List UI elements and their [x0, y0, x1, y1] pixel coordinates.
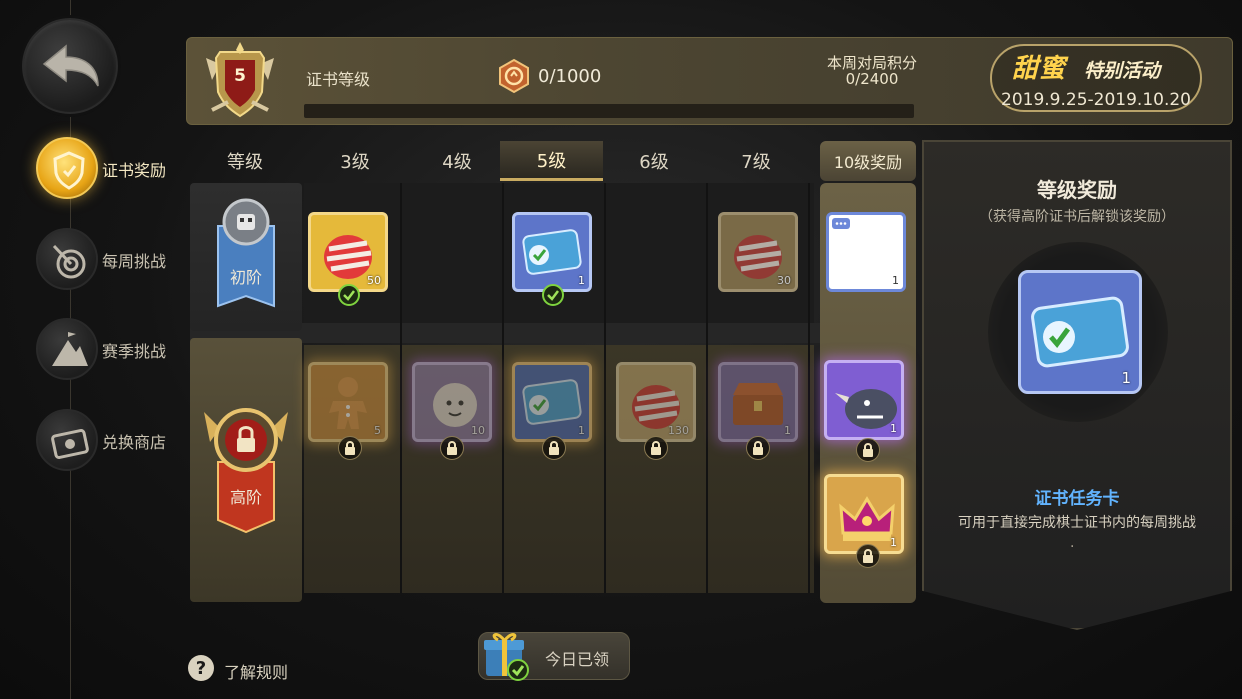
- event-title: 甜蜜: [1012, 54, 1067, 84]
- reward-qty: 1: [892, 274, 899, 287]
- nav-label: 证书奖励: [102, 161, 167, 180]
- lock-icon: [644, 436, 668, 460]
- nav-cert-rewards[interactable]: 证书奖励: [36, 137, 186, 199]
- reward-candy-egg[interactable]: 130: [616, 362, 696, 442]
- reward-candy-egg[interactable]: 50: [308, 212, 388, 292]
- nav-exchange-shop[interactable]: 兑换商店: [36, 409, 186, 471]
- bonus-level-header: 10级奖励: [820, 141, 916, 181]
- level-tab-4[interactable]: 4级: [406, 141, 508, 181]
- mountain-flag-icon: [36, 318, 98, 380]
- rules-link[interactable]: 了解规则: [224, 659, 288, 683]
- weekly-points-value: 0/2400: [845, 70, 899, 88]
- claimed-check-icon: [338, 284, 360, 306]
- lock-icon: [856, 544, 880, 568]
- panel-subtitle: （获得高阶证书后解锁该奖励）: [979, 209, 1175, 225]
- panel-dot: .: [1070, 535, 1075, 551]
- level-tab-3[interactable]: 3级: [304, 141, 406, 181]
- claimed-check-icon: [542, 284, 564, 306]
- preview-qty: 1: [1121, 369, 1131, 387]
- nav-label: 每周挑战: [102, 252, 167, 271]
- reward-treasure-chest[interactable]: 1: [718, 362, 798, 442]
- level-header-label: 等级: [227, 152, 263, 173]
- level-header-row: 等级 3级 4级 5级 6级 7级: [186, 141, 916, 181]
- xp-coin-icon: [496, 58, 532, 94]
- level-badge: 5: [198, 40, 282, 124]
- lock-icon: [856, 438, 880, 462]
- item-description: 可用于直接完成棋士证书内的每周挑战: [958, 515, 1196, 531]
- reward-gingerbread[interactable]: 5: [308, 362, 388, 442]
- advanced-tier-label: 高阶: [230, 488, 263, 507]
- daily-claim-label: 今日已领: [545, 650, 610, 669]
- column-divider: [502, 183, 504, 593]
- reward-candy-egg[interactable]: 30: [718, 212, 798, 292]
- reward-qty: 1: [890, 422, 897, 435]
- back-arrow-icon: [42, 44, 99, 87]
- basic-tier-banner: [210, 196, 282, 316]
- item-name: 证书任务卡: [1034, 489, 1120, 509]
- event-subtitle: 特别活动: [1084, 60, 1161, 82]
- event-dates: 2019.9.25-2019.10.20: [1001, 90, 1191, 110]
- nav-weekly-challenge[interactable]: 每周挑战: [36, 228, 186, 290]
- xp-progress: 0/1000: [538, 66, 602, 87]
- target-icon: [36, 228, 98, 290]
- reward-crown[interactable]: 1: [824, 474, 904, 554]
- reward-task-card[interactable]: 1: [512, 362, 592, 442]
- nav-label: 兑换商店: [102, 433, 167, 452]
- column-divider: [604, 183, 606, 593]
- reward-avatar-frame[interactable]: 10: [412, 362, 492, 442]
- help-button[interactable]: ?: [188, 655, 214, 681]
- nav-season-challenge[interactable]: 赛季挑战: [36, 318, 186, 380]
- lock-icon: [338, 436, 362, 460]
- level-progress-bar: [304, 104, 914, 118]
- lock-icon: [746, 436, 770, 460]
- reward-qty: 50: [367, 274, 381, 287]
- back-button[interactable]: [22, 18, 118, 114]
- chat-bubble-icon: [832, 218, 850, 229]
- ticket-icon: [36, 409, 98, 471]
- level-tab-5[interactable]: 5级: [500, 141, 603, 181]
- reward-qty: 5: [374, 424, 381, 437]
- reward-qty: 1: [578, 274, 585, 287]
- nav-label: 赛季挑战: [102, 342, 167, 361]
- basic-tier-label: 初阶: [230, 268, 263, 287]
- reward-qty: 1: [890, 536, 897, 549]
- reward-qty: 1: [578, 424, 585, 437]
- reward-rhino-hero[interactable]: 1: [824, 360, 904, 440]
- reward-qty: 30: [777, 274, 791, 287]
- cert-level-label: 证书等级: [306, 70, 371, 89]
- panel-title: 等级奖励: [1037, 178, 1117, 202]
- column-divider: [808, 183, 810, 593]
- reward-task-card[interactable]: 1: [512, 212, 592, 292]
- reward-emote-card[interactable]: 1: [826, 212, 906, 292]
- column-divider: [400, 183, 402, 593]
- gift-box-icon: [480, 628, 530, 682]
- lock-icon: [542, 436, 566, 460]
- reward-qty: 130: [668, 424, 689, 437]
- level-tab-6[interactable]: 6级: [603, 141, 705, 181]
- level-number: 5: [234, 66, 246, 86]
- reward-qty: 1: [784, 424, 791, 437]
- shield-crest-icon: [36, 137, 98, 199]
- task-card-preview: 1: [1018, 270, 1142, 394]
- reward-qty: 10: [471, 424, 485, 437]
- lock-icon: [440, 436, 464, 460]
- level-tab-7[interactable]: 7级: [705, 141, 807, 181]
- advanced-tier-banner: [200, 402, 292, 534]
- column-divider: [706, 183, 708, 593]
